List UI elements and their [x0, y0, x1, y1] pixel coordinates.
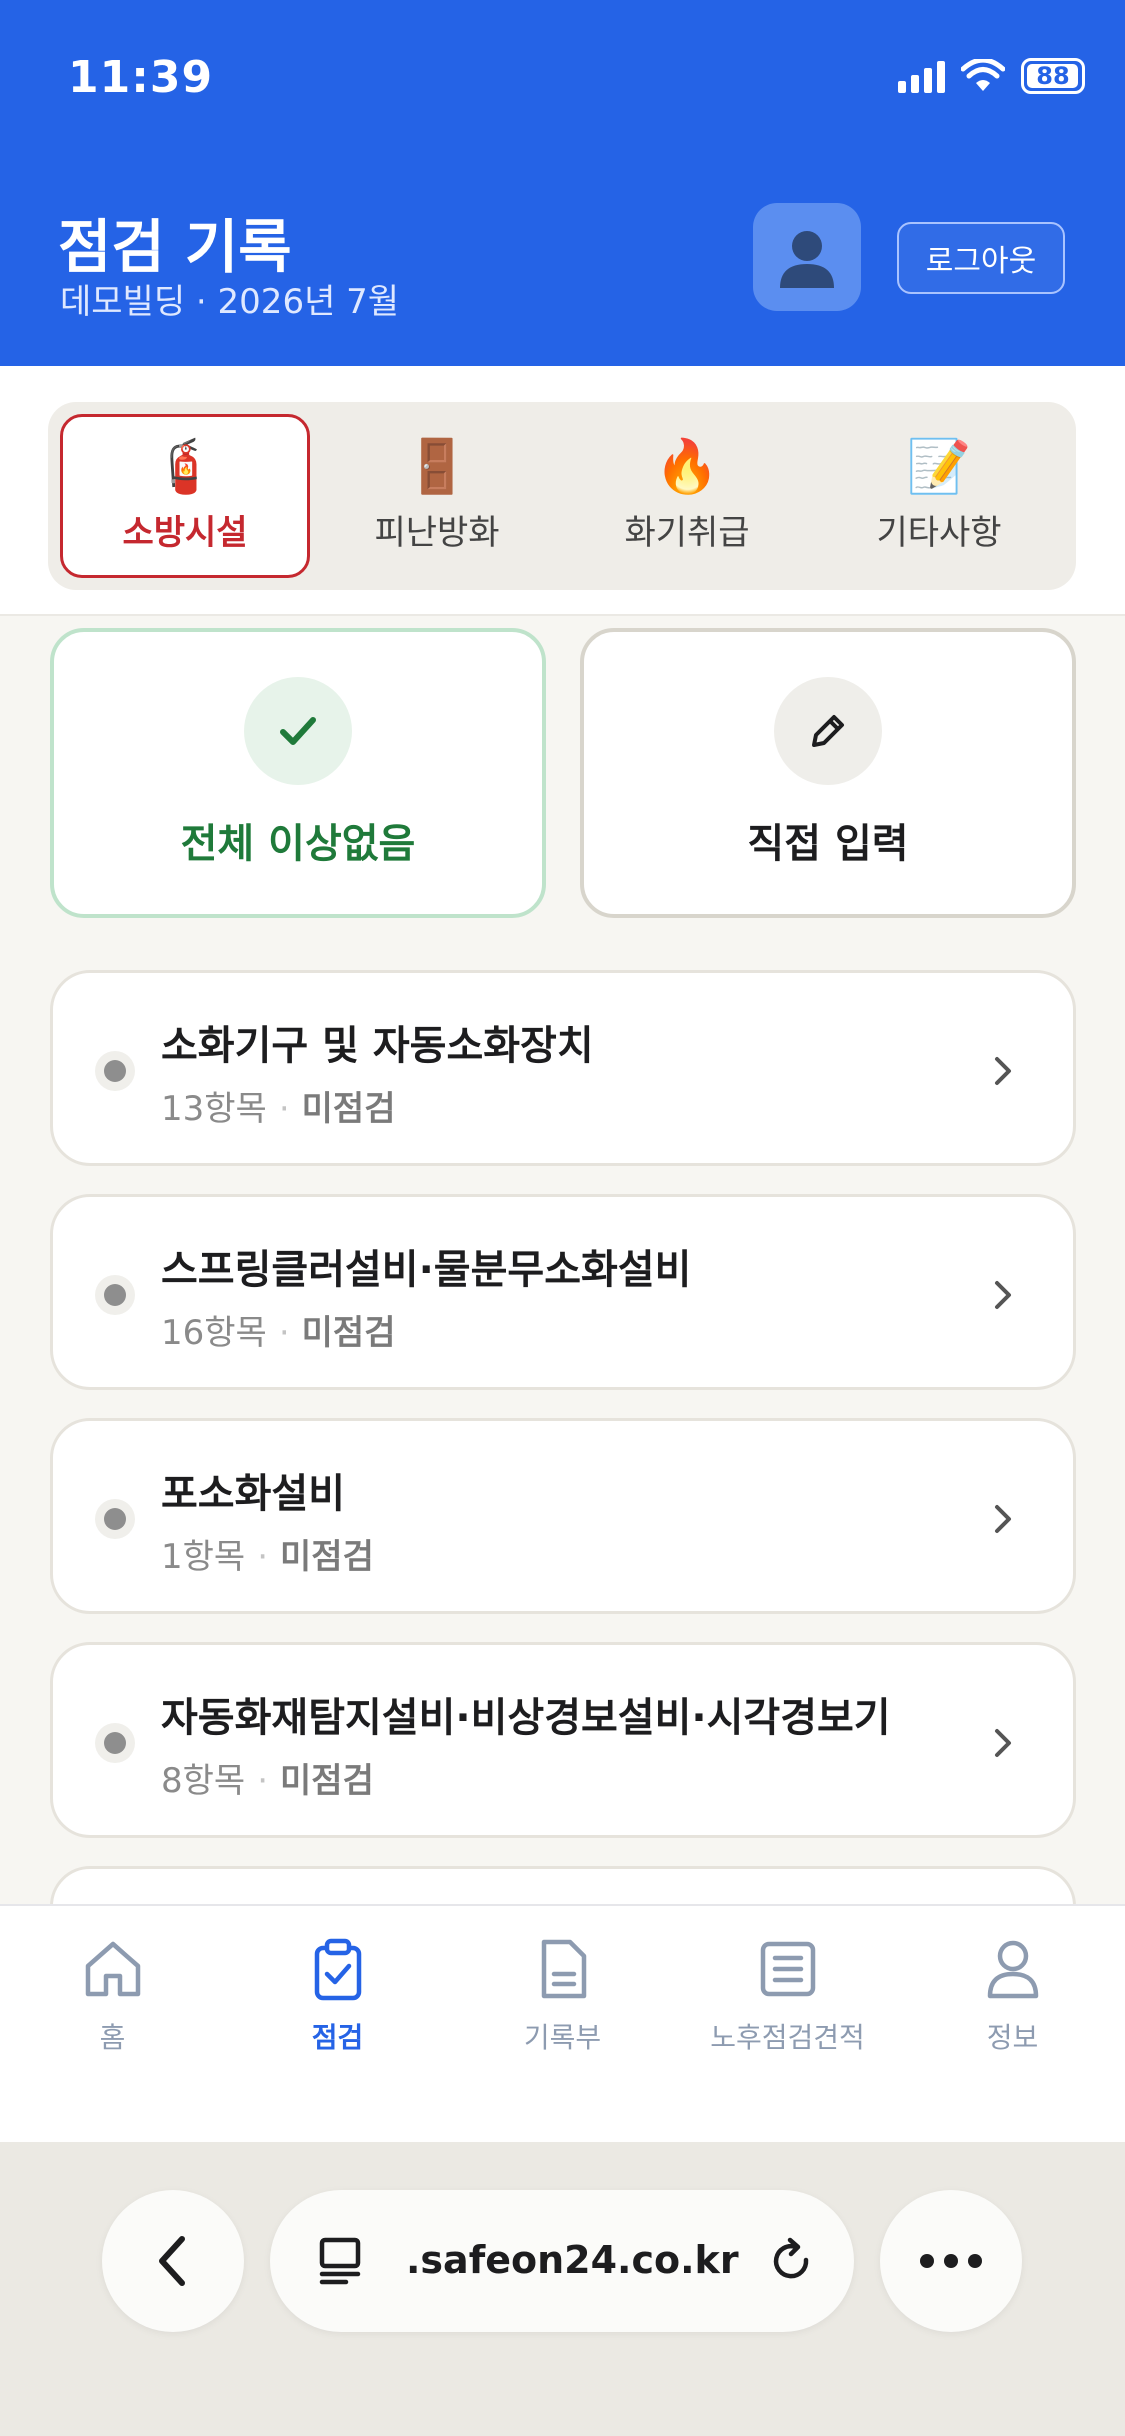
manual-input-label: 직접 입력: [747, 821, 909, 867]
item-status: 미점검: [280, 1537, 374, 1577]
status-dot: [95, 1051, 135, 1091]
nav-label: 정보: [986, 2021, 1039, 2054]
nav-label: 홈: [99, 2021, 126, 2054]
back-button[interactable]: [102, 2190, 244, 2332]
more-dot: [968, 2254, 982, 2268]
status-dot: [95, 1723, 135, 1763]
item-count: 13항목: [161, 1089, 267, 1129]
all-ok-label: 전체 이상없음: [180, 821, 416, 867]
chevron-right-icon: [995, 1281, 1011, 1309]
item-title: 자동화재탐지설비·비상경보설비·시각경보기: [161, 1695, 891, 1741]
person-icon: [987, 1940, 1038, 1999]
item-status: 미점검: [301, 1313, 396, 1353]
status-dot: [95, 1275, 135, 1315]
item-meta: 16항목 · 미점검: [161, 1313, 396, 1353]
document-icon: [541, 1939, 586, 1999]
browser-toolbar: .safeon24.co.kr: [0, 2142, 1125, 2436]
home-icon: [85, 1941, 140, 1997]
url-bar[interactable]: .safeon24.co.kr: [270, 2190, 854, 2332]
page-title: 점검 기록: [58, 213, 292, 281]
item-status: 미점검: [301, 1089, 396, 1129]
more-dot: [920, 2254, 934, 2268]
nav-info[interactable]: 정보: [900, 1936, 1125, 2056]
chevron-right-icon: [995, 1057, 1011, 1085]
list-doc-icon: [760, 1941, 815, 1997]
wifi-icon: [961, 59, 1005, 91]
nav-records[interactable]: 기록부: [450, 1936, 675, 2056]
list-item[interactable]: 자동화재탐지설비·비상경보설비·시각경보기 8항목 · 미점검: [50, 1642, 1076, 1838]
fire-icon: 🔥: [654, 436, 720, 497]
tab-label: 기타사항: [876, 512, 1002, 553]
manual-input-button[interactable]: 직접 입력: [580, 628, 1076, 918]
tab-other[interactable]: 📝 기타사항: [814, 414, 1064, 578]
check-icon: [280, 717, 316, 745]
tab-label: 소방시설: [122, 512, 248, 553]
item-meta: 1항목 · 미점검: [161, 1537, 374, 1577]
check-circle: [244, 677, 352, 785]
logout-button[interactable]: 로그아웃: [897, 222, 1065, 294]
more-button[interactable]: [880, 2190, 1022, 2332]
memo-icon: 📝: [906, 436, 972, 497]
page-subtitle: 데모빌딩 · 2026년 7월: [60, 282, 400, 322]
more-dot: [944, 2254, 958, 2268]
item-title: 스프링클러설비·물분무소화설비: [161, 1247, 692, 1293]
list-item[interactable]: 소화기구 및 자동소화장치 13항목 · 미점검: [50, 970, 1076, 1166]
cellular-signal-icon: [898, 59, 945, 93]
nav-inspection[interactable]: 점검: [225, 1936, 450, 2056]
item-count: 16항목: [161, 1313, 267, 1353]
item-count: 8항목: [161, 1761, 246, 1801]
chevron-left-icon: [159, 2236, 185, 2286]
chevron-right-icon: [995, 1729, 1011, 1757]
status-icons: 88: [898, 58, 1085, 94]
page-menu-icon: [319, 2237, 361, 2285]
tab-label: 피난방화: [374, 512, 500, 553]
item-meta: 8항목 · 미점검: [161, 1761, 374, 1801]
battery-icon: 88: [1021, 58, 1085, 94]
url-text: .safeon24.co.kr: [406, 2238, 739, 2282]
pencil-circle: [774, 677, 882, 785]
nav-estimate[interactable]: 노후점검견적: [675, 1936, 900, 2056]
pencil-icon: [812, 715, 844, 747]
bottom-nav: 홈 점검 기록부 노후점검견적 정보: [0, 1904, 1125, 2142]
nav-label: 점검: [311, 2021, 364, 2054]
nav-label: 노후점검견적: [710, 2021, 865, 2054]
item-title: 포소화설비: [161, 1471, 345, 1517]
chevron-right-icon: [995, 1505, 1011, 1533]
nav-home[interactable]: 홈: [0, 1936, 225, 2056]
status-time: 11:39: [68, 52, 214, 103]
item-count: 1항목: [161, 1537, 246, 1577]
battery-level: 88: [1036, 62, 1070, 90]
all-ok-button[interactable]: 전체 이상없음: [50, 628, 546, 918]
tab-fire-handling[interactable]: 🔥 화기취급: [562, 414, 812, 578]
nav-label: 기록부: [523, 2021, 602, 2054]
list-item[interactable]: 스프링클러설비·물분무소화설비 16항목 · 미점검: [50, 1194, 1076, 1390]
clipboard-check-icon: [314, 1938, 361, 2001]
tab-label: 화기취급: [624, 512, 750, 553]
tab-fire-facilities[interactable]: 🧯 소방시설: [60, 414, 310, 578]
app-header: 11:39 88 점검 기록 데모빌딩 · 2026년 7월 로그아웃: [0, 0, 1125, 366]
list-item[interactable]: 포소화설비 1항목 · 미점검: [50, 1418, 1076, 1614]
reload-icon[interactable]: [766, 2236, 816, 2286]
tab-evacuation[interactable]: 🚪 피난방화: [312, 414, 562, 578]
item-title: 소화기구 및 자동소화장치: [161, 1023, 594, 1069]
status-dot: [95, 1499, 135, 1539]
fire-extinguisher-icon: 🧯: [152, 436, 218, 497]
category-tabs: 🧯 소방시설 🚪 피난방화 🔥 화기취급 📝 기타사항: [48, 402, 1076, 590]
category-tabs-section: 🧯 소방시설 🚪 피난방화 🔥 화기취급 📝 기타사항: [0, 366, 1125, 616]
avatar[interactable]: [753, 203, 861, 311]
item-status: 미점검: [280, 1761, 374, 1801]
item-meta: 13항목 · 미점검: [161, 1089, 396, 1129]
door-icon: 🚪: [404, 436, 470, 497]
person-icon: [780, 231, 834, 288]
